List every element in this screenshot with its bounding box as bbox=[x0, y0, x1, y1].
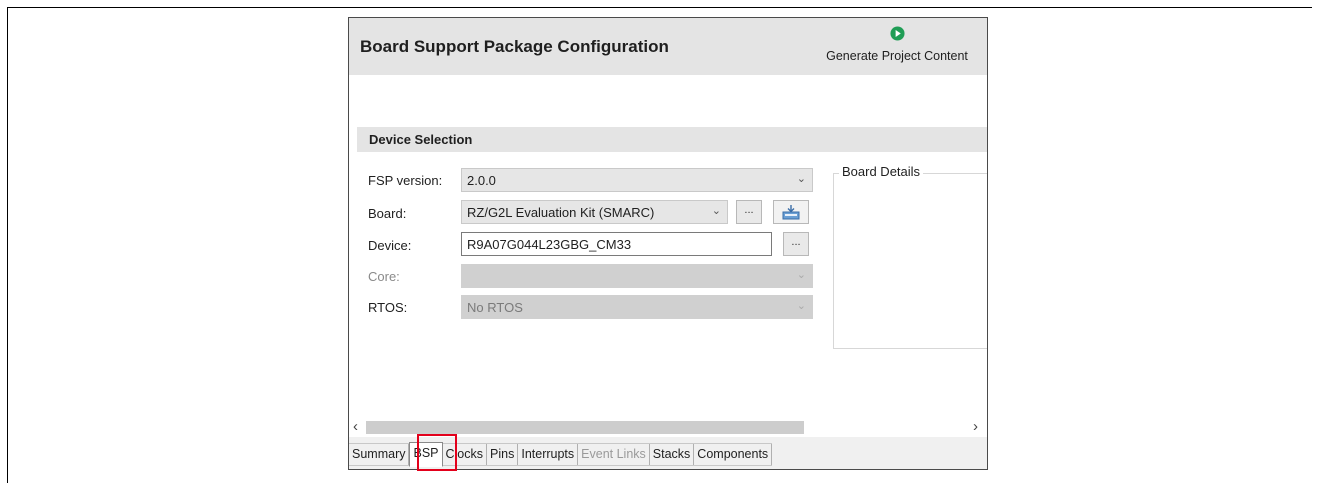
device-label: Device: bbox=[368, 238, 412, 253]
tab-event-links[interactable]: Event Links bbox=[578, 444, 650, 465]
page-title: Board Support Package Configuration bbox=[360, 37, 669, 56]
board-details-label: Board Details bbox=[839, 164, 924, 179]
tab-pins[interactable]: Pins bbox=[487, 444, 519, 465]
generate-project-content-button[interactable]: Generate Project Content bbox=[815, 26, 979, 72]
fsp-version-label: FSP version: bbox=[368, 173, 443, 188]
device-selection-header: Device Selection bbox=[357, 127, 987, 152]
bsp-configuration-panel: Board Support Package Configuration Gene… bbox=[348, 17, 988, 470]
fsp-version-select[interactable]: 2.0.0 ⌄ bbox=[461, 168, 813, 192]
board-browse-button[interactable]: ... bbox=[736, 200, 762, 224]
board-value: RZ/G2L Evaluation Kit (SMARC) bbox=[467, 205, 655, 220]
tab-stacks[interactable]: Stacks bbox=[650, 444, 695, 465]
core-label: Core: bbox=[368, 269, 400, 284]
board-details-group bbox=[833, 173, 987, 349]
board-select[interactable]: RZ/G2L Evaluation Kit (SMARC) ⌄ bbox=[461, 200, 728, 224]
tab-summary[interactable]: Summary bbox=[349, 444, 410, 465]
board-label: Board: bbox=[368, 206, 407, 221]
panel-header: Board Support Package Configuration Gene… bbox=[349, 18, 987, 75]
play-circle-icon bbox=[889, 26, 905, 41]
rtos-value: No RTOS bbox=[467, 300, 523, 315]
device-value: R9A07G044L23GBG_CM33 bbox=[467, 237, 632, 252]
bsp-tab-highlight bbox=[417, 434, 457, 471]
chevron-down-icon: ⌄ bbox=[796, 300, 806, 312]
import-board-button[interactable] bbox=[773, 200, 809, 224]
generate-label: Generate Project Content bbox=[826, 49, 968, 63]
tab-interrupts[interactable]: Interrupts bbox=[518, 444, 579, 465]
rtos-label: RTOS: bbox=[368, 300, 408, 315]
device-browse-button[interactable]: ... bbox=[783, 232, 809, 256]
section-title: Device Selection bbox=[369, 132, 473, 147]
import-board-icon bbox=[782, 205, 800, 220]
tab-components[interactable]: Components bbox=[694, 444, 773, 465]
tabs: Summary BSP Clocks Pins Interrupts Event… bbox=[349, 442, 773, 467]
core-select[interactable]: ⌄ bbox=[461, 264, 813, 288]
scroll-left-icon[interactable]: ‹ bbox=[353, 419, 358, 435]
chevron-down-icon: ⌄ bbox=[796, 269, 806, 281]
scrollbar-thumb[interactable] bbox=[366, 421, 804, 434]
chevron-down-icon: ⌄ bbox=[796, 173, 806, 185]
rtos-select[interactable]: No RTOS ⌄ bbox=[461, 295, 813, 319]
chevron-down-icon: ⌄ bbox=[711, 205, 721, 217]
scroll-right-icon[interactable]: › bbox=[973, 419, 978, 435]
fsp-version-value: 2.0.0 bbox=[467, 173, 496, 188]
device-field[interactable]: R9A07G044L23GBG_CM33 bbox=[461, 232, 772, 256]
